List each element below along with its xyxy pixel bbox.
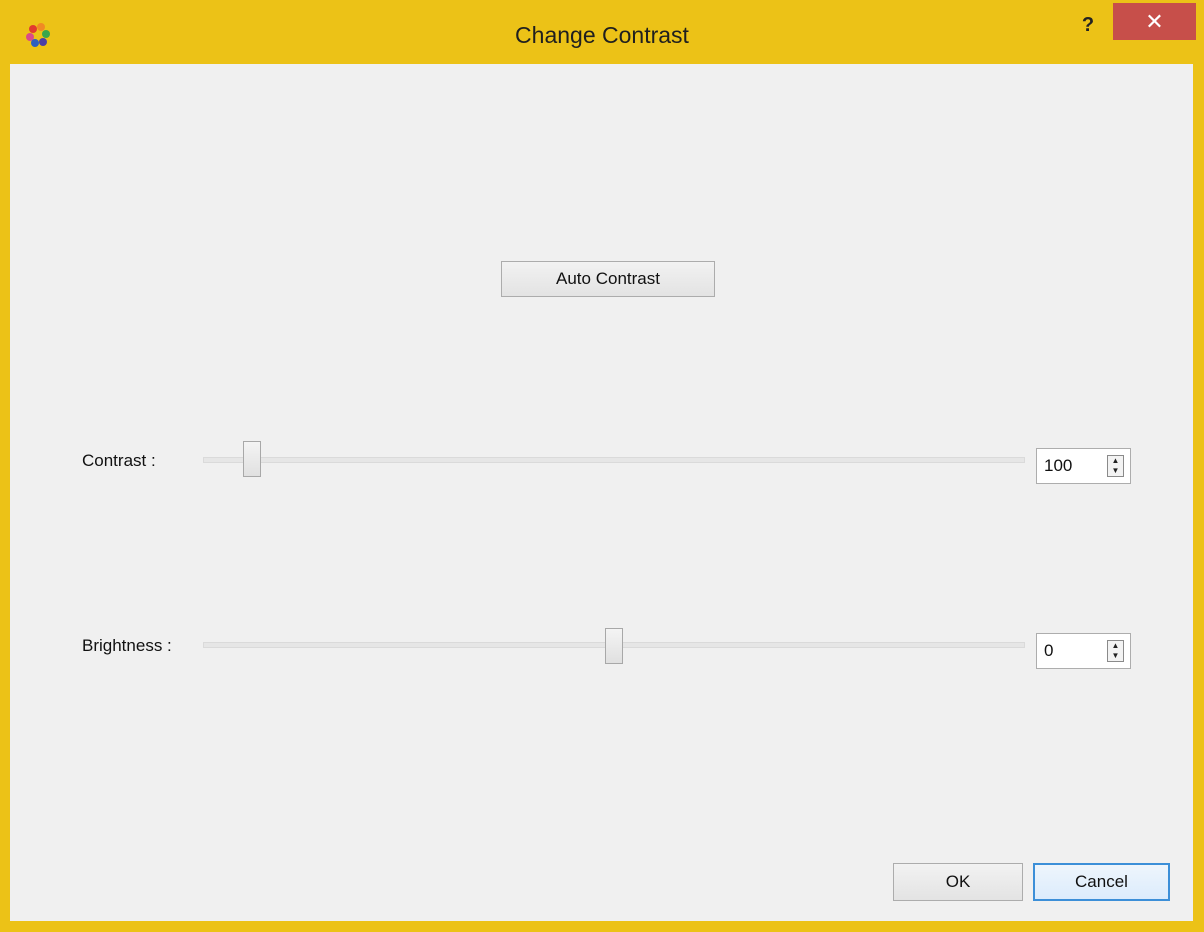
brightness-spinbox[interactable]: 0 ▲ ▼ xyxy=(1036,633,1131,669)
brightness-spin-arrows[interactable]: ▲ ▼ xyxy=(1107,640,1124,662)
contrast-spinbox[interactable]: 100 ▲ ▼ xyxy=(1036,448,1131,484)
window-title: Change Contrast xyxy=(515,22,689,48)
contrast-decrement-icon[interactable]: ▼ xyxy=(1108,466,1123,476)
brightness-increment-icon[interactable]: ▲ xyxy=(1108,641,1123,651)
contrast-value: 100 xyxy=(1044,456,1073,475)
brightness-decrement-icon[interactable]: ▼ xyxy=(1108,651,1123,661)
ok-button[interactable]: OK xyxy=(893,863,1023,901)
contrast-increment-icon[interactable]: ▲ xyxy=(1108,456,1123,466)
auto-contrast-button[interactable]: Auto Contrast xyxy=(501,261,715,297)
help-button[interactable]: ? xyxy=(1073,12,1103,38)
cancel-button[interactable]: Cancel xyxy=(1033,863,1170,901)
dialog-content: Auto Contrast Contrast : 100 ▲ ▼ Brightn… xyxy=(10,64,1193,921)
contrast-slider-handle[interactable] xyxy=(243,441,262,477)
brightness-slider-handle[interactable] xyxy=(605,628,623,664)
close-button[interactable]: ✕ xyxy=(1113,3,1196,40)
brightness-label: Brightness : xyxy=(82,636,172,655)
contrast-spin-arrows[interactable]: ▲ ▼ xyxy=(1107,455,1124,477)
brightness-value: 0 xyxy=(1044,641,1054,660)
contrast-label: Contrast : xyxy=(82,451,156,470)
contrast-slider-track[interactable] xyxy=(203,457,1025,463)
title-bar[interactable]: Change Contrast ? ✕ xyxy=(0,0,1204,64)
dialog-window: Change Contrast ? ✕ Auto Contrast Contra… xyxy=(0,0,1204,932)
